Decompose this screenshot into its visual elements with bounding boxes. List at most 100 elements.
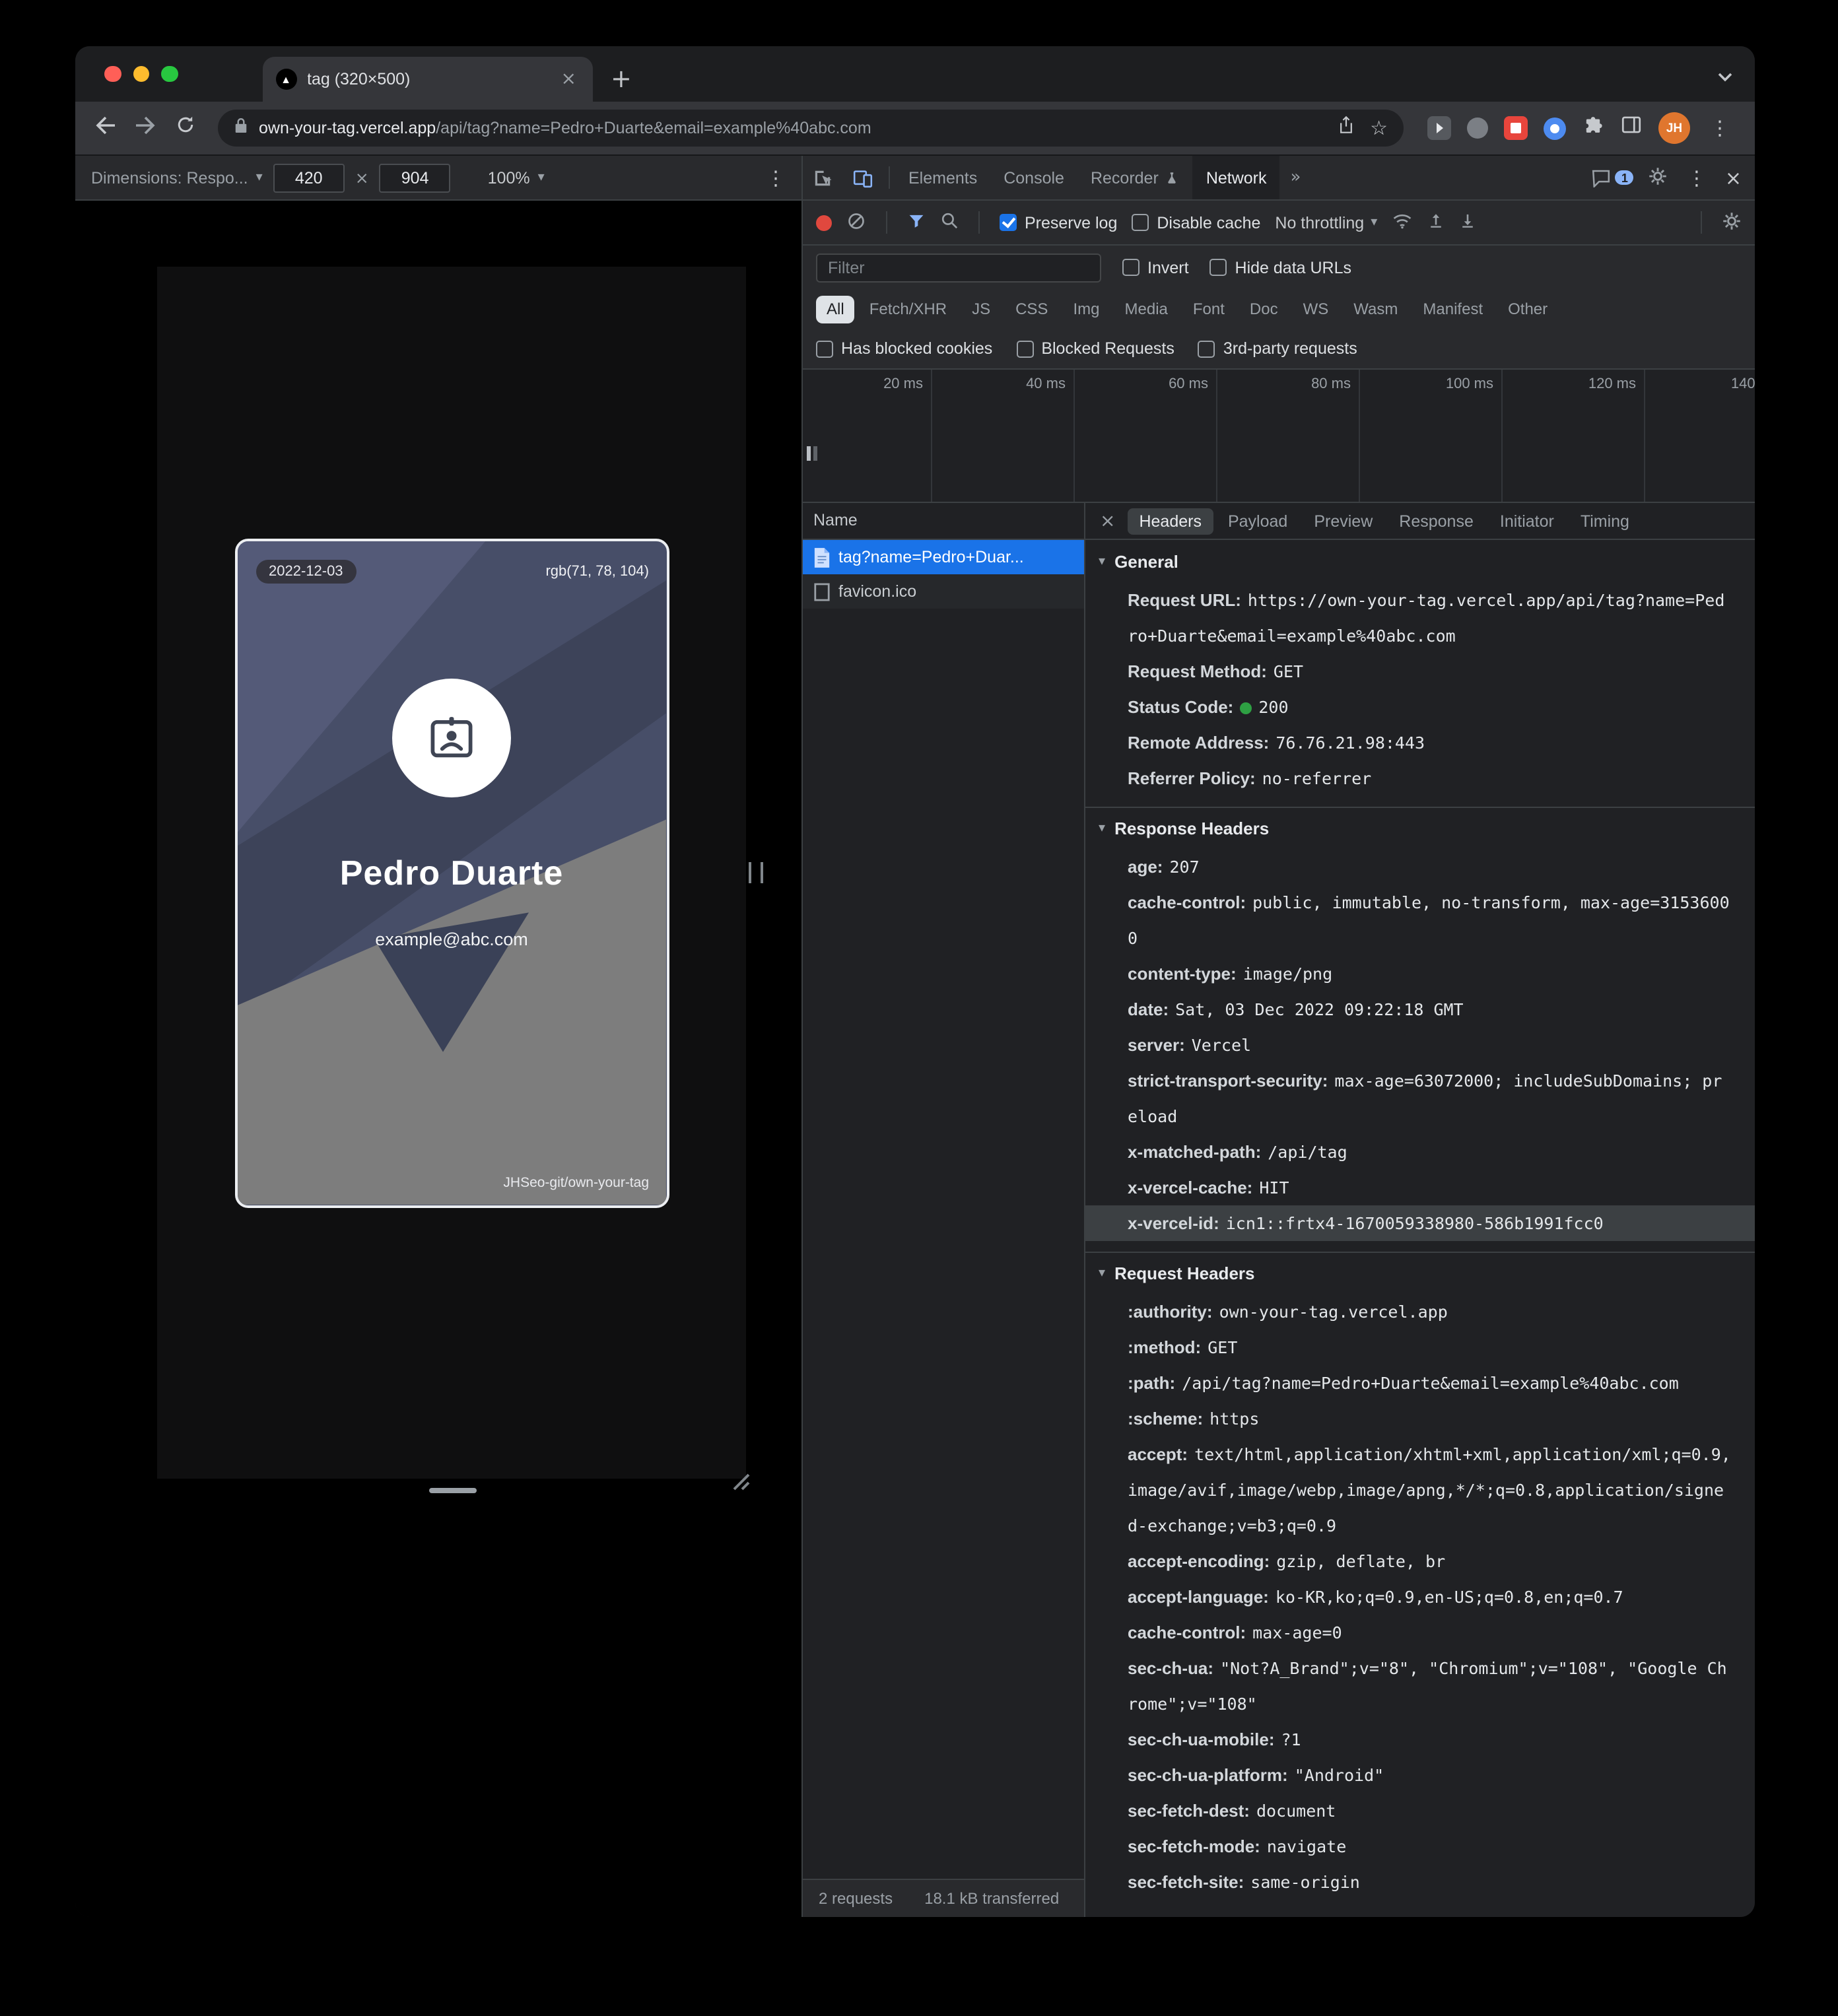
header-row[interactable]: date: Sat, 03 Dec 2022 09:22:18 GMT — [1085, 991, 1755, 1027]
viewport-corner-resize-handle[interactable] — [730, 1471, 750, 1497]
header-row[interactable]: Request URL: https://own-your-tag.vercel.… — [1085, 582, 1755, 654]
viewport-height-resize-handle[interactable] — [429, 1488, 477, 1493]
details-tab-payload[interactable]: Payload — [1216, 508, 1299, 534]
header-row[interactable]: :scheme: https — [1085, 1401, 1755, 1436]
name-column-header[interactable]: Name — [803, 503, 1084, 540]
back-icon[interactable] — [88, 116, 123, 141]
tab-close-icon[interactable]: × — [559, 69, 579, 90]
extension-pointer-icon[interactable] — [1427, 116, 1451, 140]
devtools-tab-console[interactable]: Console — [990, 156, 1077, 199]
preserve-log-toggle[interactable]: Preserve log — [1000, 213, 1117, 232]
filter-chip-manifest[interactable]: Manifest — [1412, 295, 1493, 323]
details-tab-initiator[interactable]: Initiator — [1488, 508, 1566, 534]
reload-icon[interactable] — [168, 115, 202, 141]
kebab-menu-icon[interactable]: ⋮ — [1706, 116, 1734, 140]
header-row[interactable]: sec-fetch-site: same-origin — [1085, 1864, 1755, 1900]
import-har-icon[interactable] — [1427, 211, 1445, 234]
throttling-select[interactable]: No throttling ▾ — [1275, 213, 1377, 232]
header-row[interactable]: Referrer Policy: no-referrer — [1085, 760, 1755, 796]
network-conditions-icon[interactable] — [1392, 211, 1413, 234]
header-row[interactable]: sec-ch-ua: "Not?A_Brand";v="8", "Chromium… — [1085, 1650, 1755, 1722]
profile-avatar[interactable]: JH — [1658, 112, 1690, 144]
section-header[interactable]: ▾ General — [1085, 541, 1755, 582]
section-header[interactable]: ▾ Request Headers — [1085, 1252, 1755, 1294]
search-icon[interactable] — [940, 211, 959, 234]
hide-data-urls-checkbox[interactable] — [1209, 259, 1227, 276]
device-toolbar-menu-icon[interactable]: ⋮ — [766, 166, 786, 189]
minimize-window-button[interactable] — [133, 65, 149, 82]
new-tab-icon[interactable]: + — [611, 65, 632, 94]
device-toolbar-icon[interactable] — [842, 167, 883, 188]
share-icon[interactable] — [1337, 115, 1354, 141]
request-filter-has-blocked-cookies[interactable]: Has blocked cookies — [816, 339, 992, 358]
devtools-tab-network[interactable]: Network — [1192, 156, 1280, 199]
forward-icon[interactable] — [128, 116, 162, 141]
header-row[interactable]: cache-control: public, immutable, no-tran… — [1085, 885, 1755, 956]
header-row[interactable]: accept-encoding: gzip, deflate, br — [1085, 1543, 1755, 1579]
header-row[interactable]: x-vercel-cache: HIT — [1085, 1170, 1755, 1205]
url-bar[interactable]: own-your-tag.vercel.app/api/tag?name=Ped… — [218, 110, 1404, 147]
header-row[interactable]: Status Code: 200 — [1085, 689, 1755, 725]
invert-toggle[interactable]: Invert — [1122, 258, 1189, 277]
header-row[interactable]: accept: text/html,application/xhtml+xml,a… — [1085, 1436, 1755, 1543]
details-tab-preview[interactable]: Preview — [1302, 508, 1384, 534]
filter-chip-font[interactable]: Font — [1182, 295, 1235, 323]
header-row[interactable]: strict-transport-security: max-age=630720… — [1085, 1063, 1755, 1134]
disable-cache-toggle[interactable]: Disable cache — [1132, 213, 1260, 232]
header-row[interactable]: sec-fetch-mode: navigate — [1085, 1829, 1755, 1864]
side-panel-icon[interactable] — [1620, 114, 1643, 143]
close-window-button[interactable] — [104, 65, 121, 82]
filter-chip-media[interactable]: Media — [1114, 295, 1178, 323]
blocked-requests-checkbox[interactable] — [1016, 340, 1034, 357]
has-blocked-cookies-checkbox[interactable] — [816, 340, 833, 357]
filter-chip-img[interactable]: Img — [1062, 295, 1110, 323]
inspect-icon[interactable] — [803, 167, 842, 188]
header-row[interactable]: Request Method: GET — [1085, 654, 1755, 689]
request-filter-3rd-party-requests[interactable]: 3rd-party requests — [1198, 339, 1357, 358]
header-row[interactable]: age: 207 — [1085, 849, 1755, 885]
hide-data-urls-toggle[interactable]: Hide data URLs — [1209, 258, 1351, 277]
filter-funnel-icon[interactable] — [907, 212, 926, 233]
header-row[interactable]: content-type: image/png — [1085, 956, 1755, 991]
network-settings-gear-icon[interactable] — [1722, 211, 1742, 234]
devtools-close-icon[interactable]: × — [1725, 166, 1742, 189]
export-har-icon[interactable] — [1459, 211, 1476, 234]
filter-chip-doc[interactable]: Doc — [1239, 295, 1289, 323]
header-row[interactable]: sec-ch-ua-platform: "Android" — [1085, 1757, 1755, 1793]
close-details-icon[interactable]: × — [1091, 510, 1124, 531]
zoom-select[interactable]: 100% ▾ — [488, 168, 545, 187]
header-row[interactable]: :path: /api/tag?name=Pedro+Duarte&email=e… — [1085, 1365, 1755, 1401]
header-row[interactable]: :method: GET — [1085, 1329, 1755, 1365]
3rd-party-requests-checkbox[interactable] — [1198, 340, 1215, 357]
filter-chip-other[interactable]: Other — [1497, 295, 1558, 323]
request-row[interactable]: tag?name=Pedro+Duar... — [803, 540, 1084, 574]
details-tab-headers[interactable]: Headers — [1127, 508, 1213, 534]
header-row[interactable]: x-matched-path: /api/tag — [1085, 1134, 1755, 1170]
device-width-input[interactable] — [273, 163, 345, 192]
extension-icon[interactable] — [1467, 118, 1488, 139]
browser-tab[interactable]: ▲ tag (320×500) × — [262, 57, 592, 102]
request-row[interactable]: favicon.ico — [803, 574, 1084, 609]
dimensions-select[interactable]: Dimensions: Respo... ▾ — [91, 168, 263, 187]
header-row[interactable]: Remote Address: 76.76.21.98:443 — [1085, 725, 1755, 760]
extension-red-icon[interactable] — [1504, 116, 1528, 140]
details-tab-timing[interactable]: Timing — [1569, 508, 1641, 534]
header-row[interactable]: sec-ch-ua-mobile: ?1 — [1085, 1722, 1755, 1757]
device-height-input[interactable] — [379, 163, 451, 192]
extension-blue-icon[interactable] — [1544, 117, 1566, 139]
filter-input[interactable] — [816, 253, 1101, 282]
devtools-tab-elements[interactable]: Elements — [895, 156, 990, 199]
chevron-down-icon[interactable] — [1717, 66, 1734, 90]
issues-bubble-icon[interactable]: 1 — [1592, 168, 1634, 187]
device-viewport[interactable]: 2022-12-03 rgb(71, 78, 104) Pedro Duarte… — [157, 267, 746, 1479]
network-timeline-overview[interactable]: 20 ms 40 ms 60 ms 80 ms 100 ms 120 ms 140 ms — [803, 370, 1755, 503]
header-row[interactable]: server: Vercel — [1085, 1027, 1755, 1063]
clear-icon[interactable] — [846, 211, 866, 234]
invert-checkbox[interactable] — [1122, 259, 1140, 276]
preserve-log-checkbox[interactable] — [1000, 214, 1017, 231]
settings-gear-icon[interactable] — [1649, 166, 1668, 189]
details-tab-response[interactable]: Response — [1387, 508, 1485, 534]
request-filter-blocked-requests[interactable]: Blocked Requests — [1016, 339, 1174, 358]
devtools-menu-icon[interactable]: ⋮ — [1683, 166, 1711, 189]
section-header[interactable]: ▾ Response Headers — [1085, 807, 1755, 849]
